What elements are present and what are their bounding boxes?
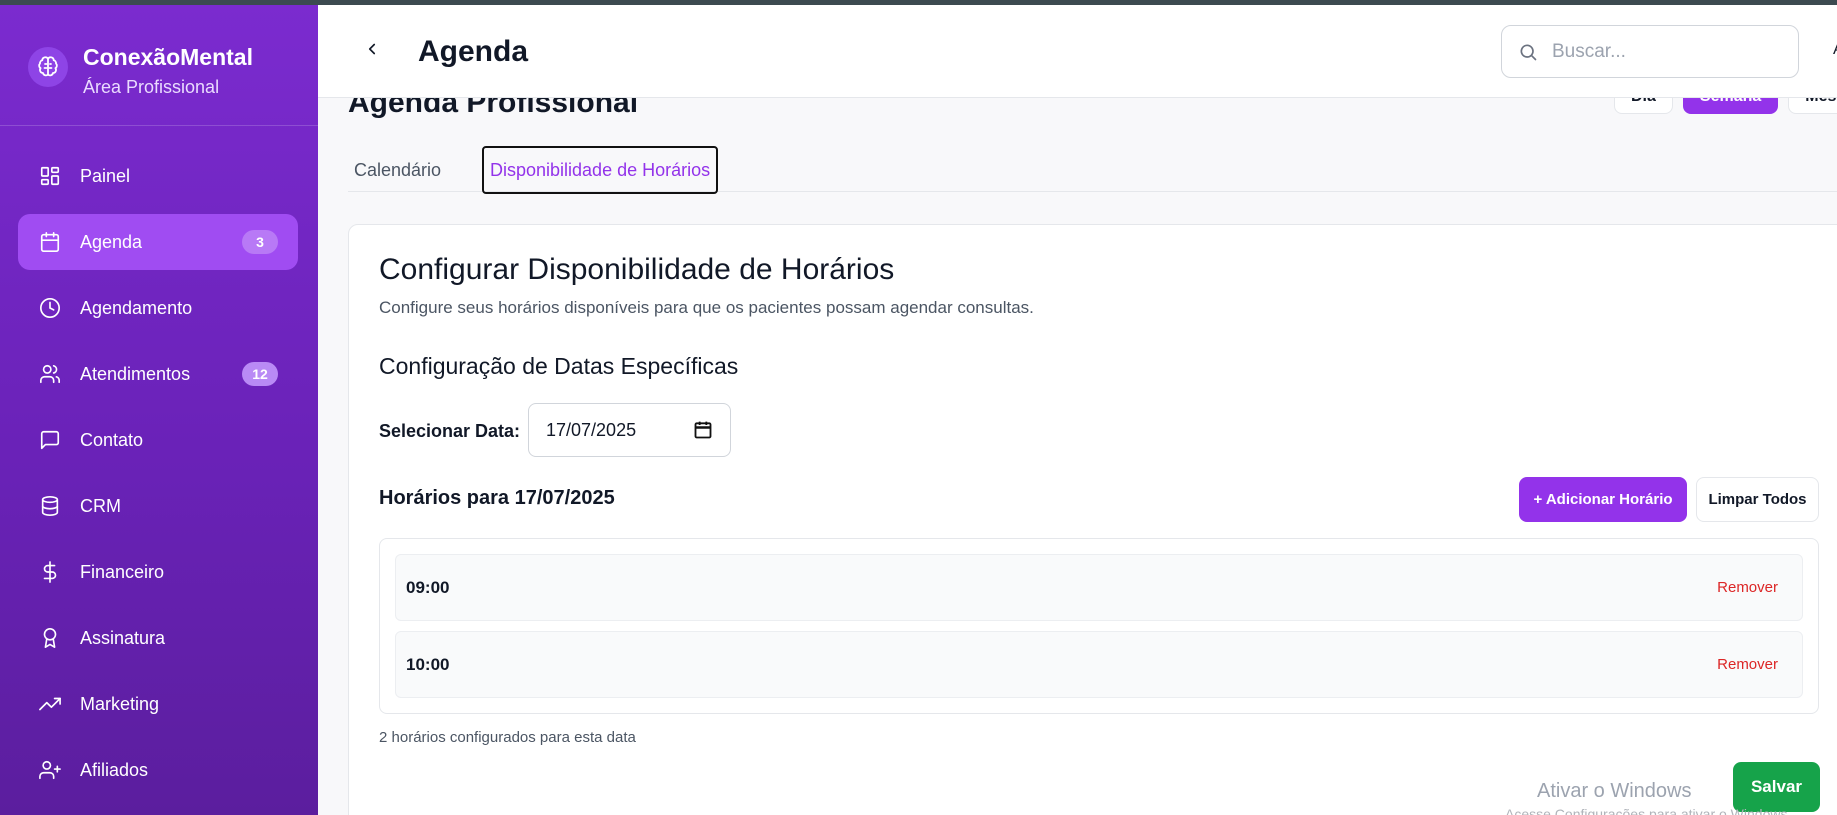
sidebar-item-label: Marketing bbox=[80, 693, 160, 714]
sidebar-divider bbox=[0, 125, 318, 126]
card-title: Configurar Disponibilidade de Horários bbox=[379, 253, 895, 286]
clear-all-button[interactable]: Limpar Todos bbox=[1696, 477, 1819, 522]
sidebar-item-label: Contato bbox=[80, 429, 144, 450]
tab-calendario[interactable]: Calendário bbox=[348, 146, 447, 194]
users-icon bbox=[38, 362, 62, 386]
sidebar-item-agenda[interactable]: Agenda 3 bbox=[18, 214, 298, 270]
user-plus-icon bbox=[38, 758, 62, 782]
sidebar-item-atendimentos[interactable]: Atendimentos 12 bbox=[18, 346, 298, 402]
windows-activation-watermark: Ativar o Windows bbox=[1537, 780, 1692, 802]
brand-name: ConexãoMental bbox=[83, 44, 253, 70]
chevron-left-icon bbox=[368, 43, 376, 55]
date-label: Selecionar Data: bbox=[379, 421, 521, 441]
sidebar-nav: Painel Agenda 3 Agendamento Atendimentos… bbox=[18, 148, 298, 808]
sidebar-item-label: Financeiro bbox=[80, 561, 165, 582]
database-icon bbox=[38, 494, 62, 518]
trending-up-icon bbox=[38, 692, 62, 716]
count-badge: 12 bbox=[242, 362, 278, 386]
sidebar-item-label: Agenda bbox=[80, 231, 143, 252]
remove-slot-button[interactable]: Remover bbox=[1717, 656, 1778, 673]
window-top-strip bbox=[0, 0, 1837, 5]
brain-icon bbox=[28, 47, 68, 87]
windows-activation-subtext: Acesse Configurações para ativar o Windo… bbox=[1505, 806, 1792, 815]
dollar-icon bbox=[38, 560, 62, 584]
tab-disponibilidade[interactable]: Disponibilidade de Horários bbox=[482, 146, 719, 194]
calendar-picker-icon[interactable] bbox=[693, 420, 713, 445]
list-item: 10:00 Remover bbox=[395, 631, 1803, 698]
specific-dates-title: Configuração de Datas Específicas bbox=[379, 353, 739, 379]
award-icon bbox=[38, 626, 62, 650]
date-input[interactable]: 17/07/2025 bbox=[528, 403, 731, 457]
availability-card: Configurar Disponibilidade de Horários C… bbox=[348, 224, 1837, 815]
tabs: Calendário Disponibilidade de Horários bbox=[348, 146, 1837, 194]
slot-time: 10:00 bbox=[406, 655, 450, 674]
top-header: Agenda A bbox=[318, 5, 1837, 98]
date-value: 17/07/2025 bbox=[546, 419, 637, 440]
header-edge-text: A bbox=[1833, 41, 1837, 59]
card-description: Configure seus horários disponíveis para… bbox=[379, 298, 1034, 317]
slot-time: 09:00 bbox=[406, 578, 450, 597]
brand: ConexãoMental Área Profissional bbox=[28, 42, 253, 100]
add-hour-button[interactable]: + Adicionar Horário bbox=[1519, 477, 1687, 522]
sidebar-item-financeiro[interactable]: Financeiro bbox=[18, 544, 298, 600]
message-icon bbox=[38, 428, 62, 452]
search-box[interactable] bbox=[1501, 25, 1799, 78]
hours-title: Horários para 17/07/2025 bbox=[379, 487, 615, 509]
sidebar-item-label: Agendamento bbox=[80, 297, 193, 318]
back-button[interactable] bbox=[360, 37, 384, 61]
sidebar-item-label: Afiliados bbox=[80, 759, 149, 780]
sidebar-item-label: Assinatura bbox=[80, 627, 166, 648]
sidebar: ConexãoMental Área Profissional Painel A… bbox=[0, 5, 318, 815]
sidebar-item-assinatura[interactable]: Assinatura bbox=[18, 610, 298, 666]
sidebar-item-label: Atendimentos bbox=[80, 363, 191, 384]
sidebar-item-label: CRM bbox=[80, 495, 121, 516]
remove-slot-button[interactable]: Remover bbox=[1717, 579, 1778, 596]
save-button[interactable]: Salvar bbox=[1733, 762, 1820, 812]
list-item: 09:00 Remover bbox=[395, 554, 1803, 621]
brand-subtitle: Área Profissional bbox=[83, 77, 220, 97]
search-icon bbox=[1520, 44, 1537, 60]
sidebar-item-agendamento[interactable]: Agendamento bbox=[18, 280, 298, 336]
sidebar-item-afiliados[interactable]: Afiliados bbox=[18, 742, 298, 798]
count-badge: 3 bbox=[242, 230, 278, 254]
search-input[interactable] bbox=[1552, 40, 1772, 63]
clock-icon bbox=[38, 296, 62, 320]
main-content: Agenda Profissional Dia Semana Mês Calen… bbox=[318, 80, 1837, 815]
sidebar-item-label: Painel bbox=[80, 165, 131, 186]
sidebar-item-crm[interactable]: CRM bbox=[18, 478, 298, 534]
calendar-icon bbox=[38, 230, 62, 254]
sidebar-item-marketing[interactable]: Marketing bbox=[18, 676, 298, 732]
sidebar-item-contato[interactable]: Contato bbox=[18, 412, 298, 468]
dashboard-icon bbox=[38, 164, 62, 188]
slots-count: 2 horários configurados para esta data bbox=[379, 729, 636, 746]
page-title: Agenda bbox=[418, 35, 529, 68]
sidebar-item-painel[interactable]: Painel bbox=[18, 148, 298, 204]
slots-list: 09:00 Remover 10:00 Remover bbox=[379, 538, 1819, 714]
